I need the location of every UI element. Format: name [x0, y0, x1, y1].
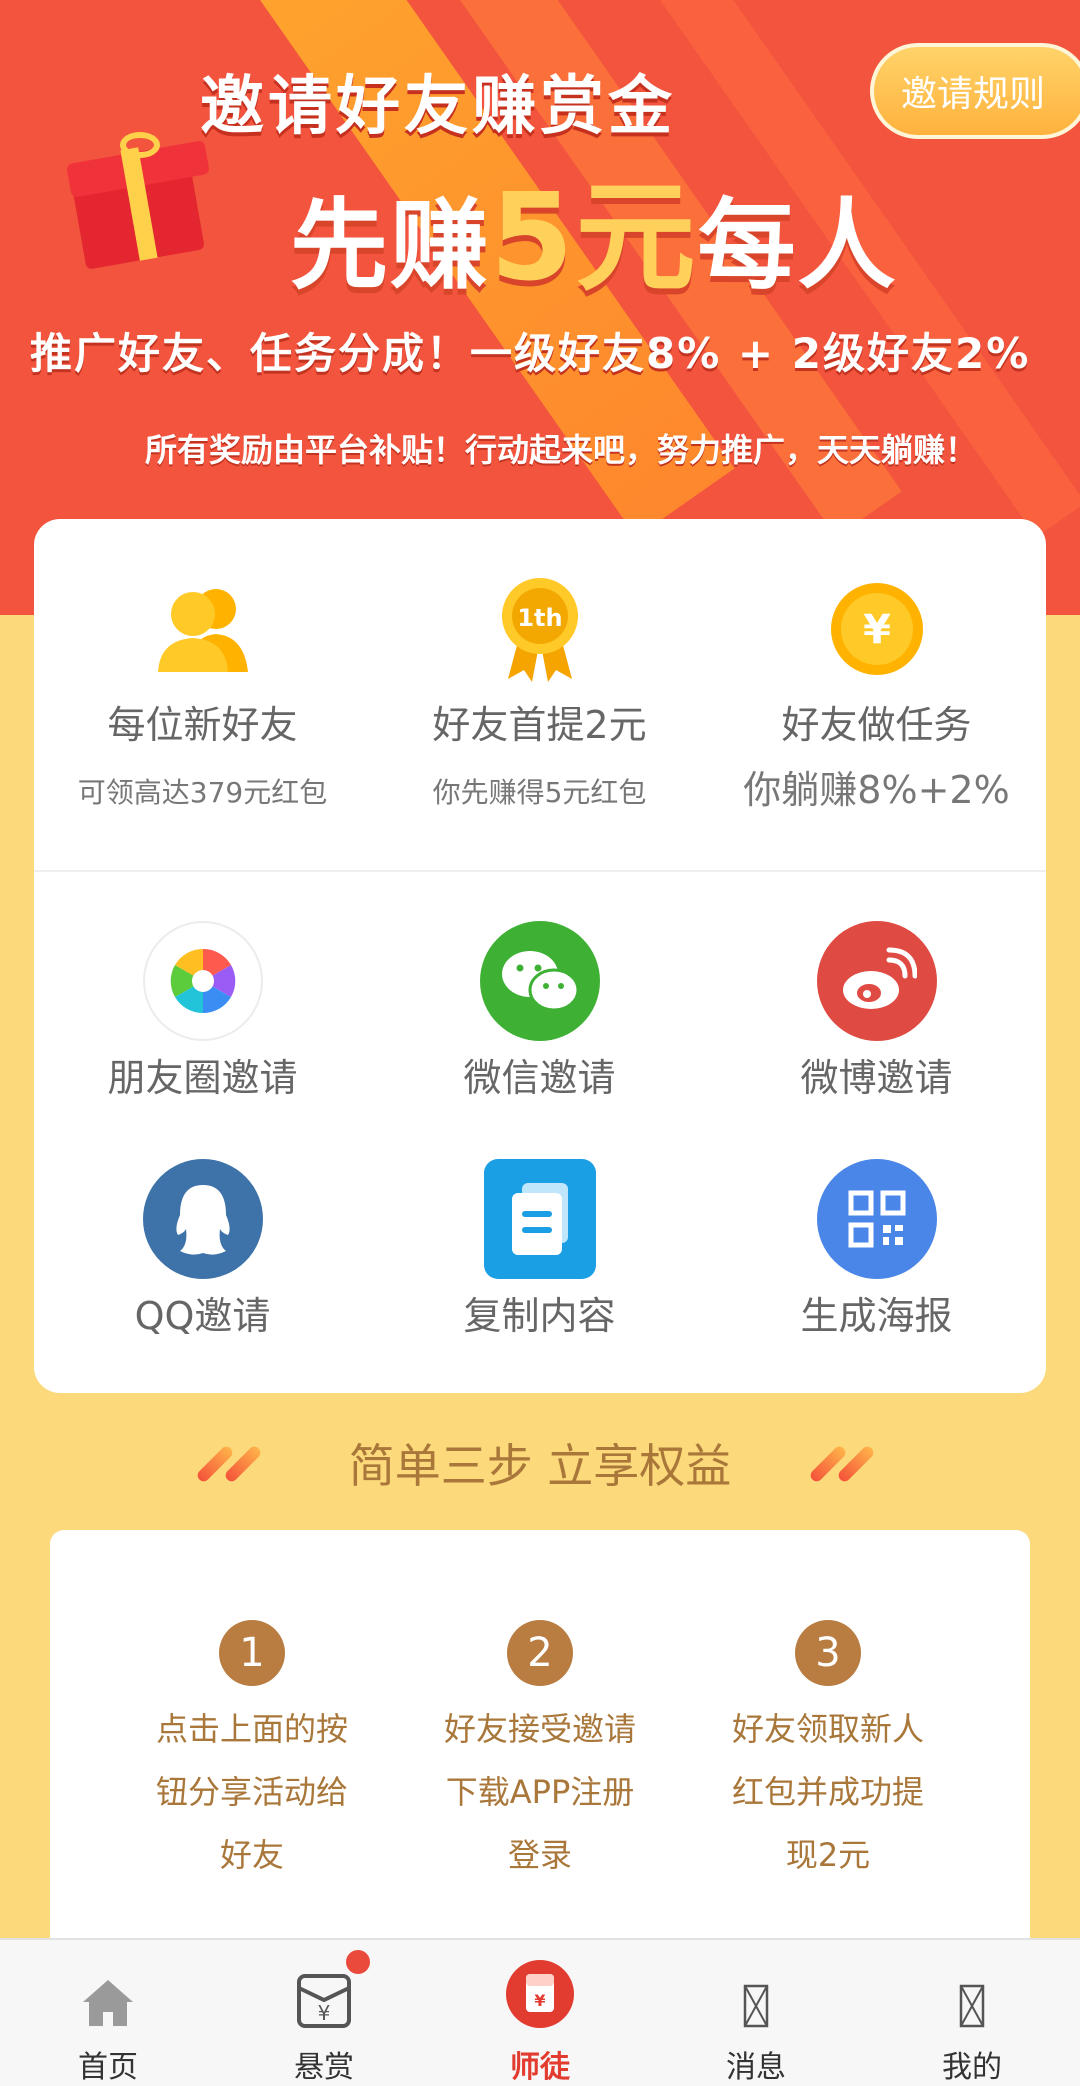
mentor-icon: ¥: [506, 1960, 574, 2028]
generate-poster-button[interactable]: 生成海报: [708, 1159, 1045, 1340]
decor-slash-icon: [808, 1442, 888, 1484]
share-label: 微信邀请: [463, 1056, 616, 1100]
step-item: 3 好友领取新人 红包并成功提 现2元: [678, 1620, 978, 1887]
perk-title: 好友首提2元: [432, 703, 647, 747]
step-number: 2: [507, 1620, 573, 1686]
perks-row: 每位新好友 可领高达379元红包 1th 好友首提2元 你先赚得5元红包 ¥ 好…: [34, 519, 1046, 872]
share-weibo-button[interactable]: 微博邀请: [708, 921, 1045, 1102]
perk-first-withdraw: 1th 好友首提2元 你先赚得5元红包: [371, 574, 708, 811]
hero-subsidy-text: 所有奖励由平台补贴！行动起来吧，努力推广，天天躺赚！: [145, 431, 978, 469]
nav-label: 首页: [78, 2050, 138, 2085]
wechat-icon: [479, 921, 600, 1041]
qrcode-icon: [816, 1159, 937, 1279]
profile-icon: [959, 1984, 985, 2028]
share-label: 朋友圈邀请: [107, 1056, 298, 1100]
message-icon: [743, 1984, 769, 2028]
steps-title: 简单三步 立享权益: [348, 1439, 732, 1493]
nav-profile[interactable]: 我的: [864, 1940, 1080, 2086]
perk-tasks: ¥ 好友做任务 你躺赚8%+2%: [708, 574, 1045, 814]
share-label: 微博邀请: [800, 1056, 953, 1100]
perk-new-friend: 每位新好友 可领高达379元红包: [34, 574, 371, 811]
perk-desc: 可领高达379元红包: [77, 776, 328, 809]
hero-subtitle: 先赚5元每人: [290, 140, 898, 314]
steps-card: 1 点击上面的按 钮分享活动给 好友 2 好友接受邀请 下载APP注册 登录 3 好友领…: [50, 1530, 1030, 1950]
gift-box-icon: [66, 132, 210, 270]
svg-text:1th: 1th: [517, 604, 562, 632]
bottom-navbar: 首页 ¥ 悬赏 ¥ 师徒 消息 我的: [0, 1938, 1080, 2086]
perk-desc: 你躺赚8%+2%: [743, 768, 1010, 812]
perk-title: 每位新好友: [107, 703, 298, 747]
share-qq-button[interactable]: QQ邀请: [34, 1159, 371, 1340]
step-text: 点击上面的按 钮分享活动给 好友: [155, 1710, 348, 1874]
nav-home[interactable]: 首页: [0, 1940, 216, 2086]
weibo-icon: [816, 921, 937, 1041]
share-label: 复制内容: [463, 1294, 616, 1338]
reward-envelope-icon: ¥: [297, 1974, 351, 2028]
invite-rules-button[interactable]: 邀请规则: [870, 43, 1080, 139]
step-item: 1 点击上面的按 钮分享活动给 好友: [102, 1620, 402, 1887]
hero-sub-suffix: 每人: [697, 189, 898, 303]
invite-card: 每位新好友 可领高达379元红包 1th 好友首提2元 你先赚得5元红包 ¥ 好…: [34, 519, 1046, 1393]
step-item: 2 好友接受邀请 下载APP注册 登录: [390, 1620, 690, 1887]
step-text: 好友领取新人 红包并成功提 现2元: [731, 1710, 924, 1874]
nav-label: 我的: [942, 2050, 1002, 2085]
nav-label: 师徒: [510, 2050, 570, 2085]
medal-1th-icon: 1th: [501, 578, 578, 682]
svg-text:¥: ¥: [318, 2001, 331, 2025]
perk-desc: 你先赚得5元红包: [432, 776, 647, 809]
share-label: QQ邀请: [134, 1294, 271, 1338]
hero-sub-prefix: 先赚: [290, 189, 491, 303]
copy-content-button[interactable]: 复制内容: [371, 1159, 708, 1340]
step-text: 好友接受邀请 下载APP注册 登录: [443, 1710, 636, 1874]
users-icon: [157, 589, 248, 672]
svg-text:¥: ¥: [863, 607, 891, 653]
notification-badge: [346, 1950, 370, 1974]
step-number: 3: [795, 1620, 861, 1686]
share-moments-button[interactable]: 朋友圈邀请: [34, 921, 371, 1102]
perk-title: 好友做任务: [781, 703, 972, 747]
nav-messages[interactable]: 消息: [648, 1940, 864, 2086]
nav-reward[interactable]: ¥ 悬赏: [216, 1940, 432, 2086]
yuan-coin-icon: ¥: [830, 583, 923, 675]
qq-icon: [142, 1159, 263, 1279]
step-number: 1: [219, 1620, 285, 1686]
hero-sub-amount: 5元: [490, 169, 698, 308]
home-icon: [83, 1980, 133, 2026]
nav-label: 悬赏: [294, 2050, 354, 2085]
moments-icon: [142, 921, 263, 1041]
share-wechat-button[interactable]: 微信邀请: [371, 921, 708, 1102]
share-label: 生成海报: [800, 1294, 953, 1338]
hero-commission-text: 推广好友、任务分成！一级好友8% + 2级好友2%: [30, 329, 1031, 378]
svg-text:¥: ¥: [534, 1991, 545, 2010]
hero-title: 邀请好友赚赏金: [200, 70, 676, 144]
copy-icon: [483, 1159, 596, 1279]
nav-label: 消息: [726, 2050, 786, 2085]
nav-mentor[interactable]: ¥ 师徒: [432, 1940, 648, 2086]
